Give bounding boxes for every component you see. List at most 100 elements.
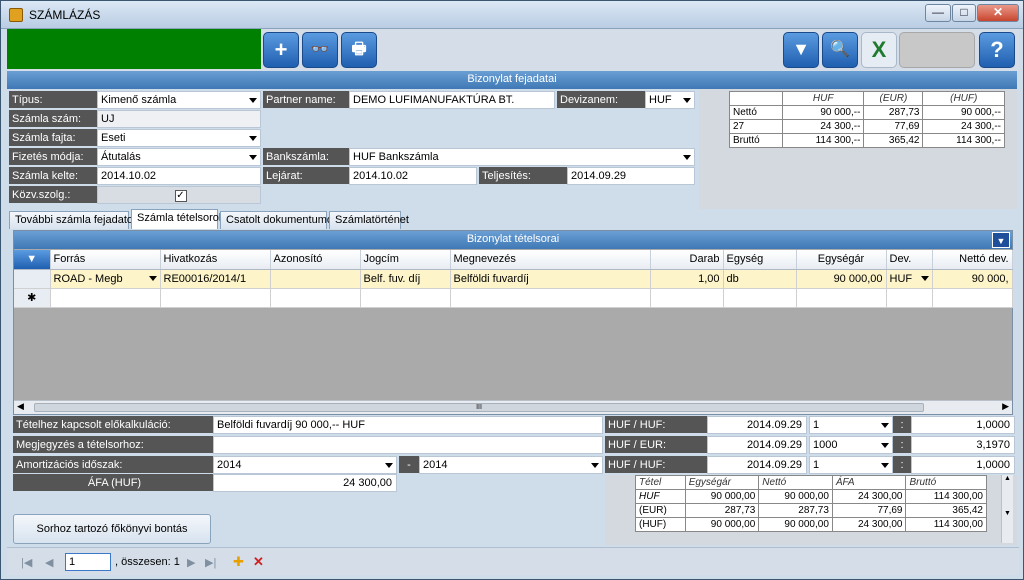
- szamla-fajta-select[interactable]: Eseti: [97, 129, 261, 147]
- kelte-field[interactable]: 2014.10.02: [97, 167, 261, 185]
- print-icon[interactable]: 🖶: [341, 32, 377, 68]
- sum-head: (HUF): [922, 91, 1005, 106]
- empty-cell[interactable]: [450, 288, 651, 308]
- chevron-down-icon: [249, 136, 257, 141]
- amort-to-select[interactable]: 2014: [419, 456, 603, 474]
- scroll-left-icon[interactable]: ◀: [17, 401, 24, 412]
- excel-export-icon[interactable]: X: [861, 32, 897, 68]
- cell-azonosito[interactable]: [270, 269, 361, 289]
- rate-value-2[interactable]: 1,0000: [911, 456, 1015, 474]
- horizontal-scrollbar[interactable]: ◀ III ▶: [14, 400, 1012, 414]
- new-row-icon: ✱: [14, 288, 51, 308]
- prev-icon[interactable]: ◀: [45, 556, 53, 569]
- empty-cell[interactable]: [932, 288, 1013, 308]
- deviza-select[interactable]: HUF: [645, 91, 695, 109]
- rs-cell: 365,42: [905, 503, 987, 518]
- tab-tovabbi[interactable]: További számla fejadatok: [9, 211, 139, 229]
- tab-tetelsorok[interactable]: Számla tételsorok: [131, 209, 224, 229]
- rate-unit-select-1[interactable]: 1000: [809, 436, 893, 454]
- col-egyseg[interactable]: Egység: [723, 250, 797, 270]
- last-icon[interactable]: ▶|: [205, 556, 216, 569]
- rate-date-1[interactable]: 2014.09.29: [707, 436, 807, 454]
- rate-date-2[interactable]: 2014.09.29: [707, 456, 807, 474]
- lines-table: ▼ Forrás Hivatkozás Azonosító Jogcím Meg…: [14, 250, 1013, 308]
- empty-cell[interactable]: [796, 288, 887, 308]
- bank-select[interactable]: HUF Bankszámla: [349, 148, 695, 166]
- fizetes-select[interactable]: Átutalás: [97, 148, 261, 166]
- col-egysegar[interactable]: Egységár: [796, 250, 887, 270]
- vertical-scrollbar[interactable]: ▲ ▼: [1001, 475, 1013, 543]
- table-row[interactable]: ROAD - Megb RE00016/2014/1 Belf. fuv. dí…: [14, 269, 1013, 289]
- cell-netto-dev[interactable]: 90 000,: [932, 269, 1013, 289]
- chevron-down-icon: [591, 463, 599, 468]
- kozv-checkbox[interactable]: ✓: [97, 186, 261, 204]
- empty-cell[interactable]: [50, 288, 161, 308]
- lejarat-field[interactable]: 2014.10.02: [349, 167, 477, 185]
- rate-value-0[interactable]: 1,0000: [911, 416, 1015, 434]
- row-header[interactable]: [14, 269, 51, 289]
- col-jogcim[interactable]: Jogcím: [360, 250, 451, 270]
- amort-from-value: 2014: [217, 459, 242, 471]
- empty-cell[interactable]: [650, 288, 724, 308]
- col-azonosito[interactable]: Azonosító: [270, 250, 361, 270]
- rate-sep-2: :: [893, 456, 911, 474]
- scroll-thumb[interactable]: III: [34, 403, 924, 412]
- amort-from-select[interactable]: 2014: [213, 456, 397, 474]
- konyv-button[interactable]: Sorhoz tartozó főkönyvi bontás: [13, 514, 211, 544]
- col-darab[interactable]: Darab: [650, 250, 724, 270]
- sum-head: [729, 91, 783, 106]
- next-icon[interactable]: ▶: [187, 556, 195, 569]
- view-glasses-icon[interactable]: 👓: [302, 32, 338, 68]
- empty-cell[interactable]: [723, 288, 797, 308]
- col-forras[interactable]: Forrás: [50, 250, 161, 270]
- new-row[interactable]: ✱: [14, 288, 1013, 308]
- cell-jogcim[interactable]: Belf. fuv. díj: [360, 269, 451, 289]
- help-icon[interactable]: ?: [979, 32, 1015, 68]
- partner-field[interactable]: DEMO LUFIMANUFAKTÚRA BT.: [349, 91, 555, 109]
- cell-egysegar[interactable]: 90 000,00: [796, 269, 887, 289]
- close-button[interactable]: ✕: [977, 4, 1019, 22]
- col-dev[interactable]: Dev.: [886, 250, 933, 270]
- tab-csatolt[interactable]: Csatolt dokumentumok: [220, 211, 339, 229]
- tipus-select[interactable]: Kimenő számla: [97, 91, 261, 109]
- rate-date-0[interactable]: 2014.09.29: [707, 416, 807, 434]
- tab-tortenet[interactable]: Számlatörténet: [329, 211, 409, 229]
- rate-unit-select-2[interactable]: 1: [809, 456, 893, 474]
- cell-egyseg[interactable]: db: [723, 269, 797, 289]
- empty-cell[interactable]: [160, 288, 271, 308]
- cell-darab[interactable]: 1,00: [650, 269, 724, 289]
- empty-cell[interactable]: [360, 288, 451, 308]
- cell-hivatkozas[interactable]: RE00016/2014/1: [160, 269, 271, 289]
- rs-cell: (EUR): [635, 503, 686, 518]
- cell-forras[interactable]: ROAD - Megb: [50, 269, 161, 289]
- window-title: SZÁMLÁZÁS: [29, 8, 101, 22]
- empty-cell[interactable]: [270, 288, 361, 308]
- col-megnevezes[interactable]: Megnevezés: [450, 250, 651, 270]
- teljesites-field[interactable]: 2014.09.29: [567, 167, 695, 185]
- afa-label: ÁFA (HUF): [13, 474, 213, 492]
- empty-cell[interactable]: [886, 288, 933, 308]
- cell-megnevezes[interactable]: Belföldi fuvardíj: [450, 269, 651, 289]
- search-icon[interactable]: 🔍: [822, 32, 858, 68]
- check-icon: ✓: [174, 190, 187, 202]
- delete-icon[interactable]: ✕: [253, 554, 264, 570]
- col-netto-dev[interactable]: Nettó dev.: [932, 250, 1013, 270]
- add-icon[interactable]: +: [263, 32, 299, 68]
- filter-icon[interactable]: ▼: [783, 32, 819, 68]
- add-icon[interactable]: ✚: [233, 554, 244, 570]
- first-icon[interactable]: |◀: [21, 556, 32, 569]
- col-hivatkozas[interactable]: Hivatkozás: [160, 250, 271, 270]
- rate-unit-select-0[interactable]: 1: [809, 416, 893, 434]
- bank-value: HUF Bankszámla: [353, 151, 439, 163]
- page-input[interactable]: 1: [65, 553, 111, 571]
- header-section-title: Bizonylat fejadatai: [7, 71, 1017, 89]
- megj-field[interactable]: [213, 436, 603, 454]
- rate-sep-1: :: [893, 436, 911, 454]
- cell-dev[interactable]: HUF: [886, 269, 933, 289]
- scroll-right-icon[interactable]: ▶: [1002, 401, 1009, 412]
- maximize-button[interactable]: □: [952, 4, 976, 22]
- minimize-button[interactable]: —: [925, 4, 951, 22]
- collapse-icon[interactable]: ▼: [992, 232, 1010, 248]
- filter-icon[interactable]: ▼: [14, 250, 51, 270]
- rate-value-1[interactable]: 3,1970: [911, 436, 1015, 454]
